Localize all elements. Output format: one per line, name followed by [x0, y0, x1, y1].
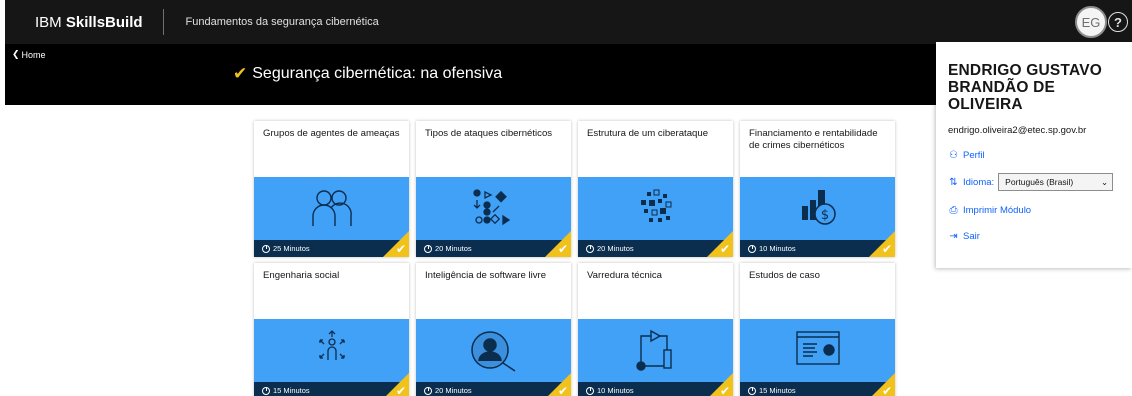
clock-icon	[262, 244, 270, 253]
module-card-social-engineering[interactable]: Engenharia social 15 Minutos ✔	[254, 263, 409, 396]
home-link[interactable]: ❮ Home	[12, 49, 46, 60]
check-icon: ✔	[395, 384, 406, 396]
module-title: Varredura técnica	[587, 270, 663, 281]
module-title: Estudos de caso	[749, 270, 820, 281]
logout-icon: ⇥	[949, 231, 958, 242]
clock-icon	[586, 386, 594, 395]
module-title: Financiamento e rentabilidade de crimes …	[749, 128, 878, 151]
svg-text:$: $	[820, 208, 828, 223]
translate-icon: ⇅	[949, 176, 958, 188]
check-icon: ✔	[719, 242, 730, 256]
user-avatar-button[interactable]: EG	[1075, 6, 1107, 38]
attack-shapes-icon	[472, 189, 510, 226]
duration-text: 15 Minutos	[759, 386, 796, 395]
person-search-icon	[470, 331, 515, 372]
language-select-value: Português (Brasil)	[1005, 177, 1074, 187]
people-icon	[311, 190, 352, 226]
profile-panel: ENDRIGO GUSTAVO BRANDÃO DE OLIVEIRA endr…	[936, 42, 1132, 268]
duration-text: 10 Minutos	[597, 386, 634, 395]
chevron-down-icon: ⌄	[1101, 176, 1109, 187]
module-card-crime-financing[interactable]: Financiamento e rentabilidade de crimes …	[740, 121, 895, 257]
language-select[interactable]: Português (Brasil) ⌄	[998, 173, 1114, 191]
module-card-attack-types[interactable]: Tipos de ataques cibernéticos 20 Minutos…	[416, 121, 571, 257]
module-title: Engenharia social	[263, 270, 340, 281]
document-window-icon	[795, 331, 840, 365]
chevron-left-icon: ❮	[12, 49, 20, 59]
profile-email: endrigo.oliveira2@etec.sp.gov.br	[948, 125, 1087, 136]
duration-text: 25 Minutos	[273, 244, 310, 253]
clock-icon	[748, 386, 756, 395]
check-icon: ✔	[881, 384, 892, 396]
module-title: Grupos de agentes de ameaças	[263, 128, 400, 139]
duration-text: 20 Minutos	[435, 386, 472, 395]
clock-icon	[748, 244, 756, 253]
module-card-case-studies[interactable]: Estudos de caso 15 Minutos ✔	[740, 263, 895, 396]
scattered-blocks-icon	[640, 189, 671, 222]
profile-link-label: Perfil	[963, 150, 985, 161]
profile-name: ENDRIGO GUSTAVO BRANDÃO DE OLIVEIRA	[948, 62, 1102, 113]
money-chart-icon: $	[801, 190, 836, 225]
check-icon: ✔	[881, 242, 892, 256]
check-icon: ✔	[557, 242, 568, 256]
logout-link[interactable]: ⇥ Sair	[948, 231, 1132, 242]
module-card-threat-actors[interactable]: Grupos de agentes de ameaças 25 Minutos …	[254, 121, 409, 257]
page: IBM SkillsBuild Fundamentos da segurança…	[0, 0, 1132, 396]
home-link-label: Home	[21, 49, 46, 60]
course-heading: ✔ Segurança cibernética: na ofensiva	[233, 64, 502, 84]
module-card-open-source-intel[interactable]: Inteligência de software livre 20 Minuto…	[416, 263, 571, 396]
duration-text: 15 Minutos	[273, 386, 310, 395]
printer-icon: ⎙	[949, 205, 958, 216]
header-divider	[162, 9, 164, 35]
check-icon: ✔	[395, 242, 406, 256]
language-label: Idioma:	[963, 176, 995, 188]
duration-text: 20 Minutos	[435, 244, 472, 253]
brand-name: SkillsBuild	[65, 13, 143, 31]
module-card-attack-structure[interactable]: Estrutura de um ciberataque 20 Minutos ✔	[578, 121, 733, 257]
check-icon: ✔	[719, 384, 730, 396]
checkmark-icon: ✔	[233, 64, 248, 83]
duration-text: 10 Minutos	[759, 244, 796, 253]
brand-prefix: IBM	[35, 13, 66, 31]
user-icon: ⚇	[949, 150, 958, 161]
module-title: Estrutura de um ciberataque	[587, 128, 709, 139]
language-row: ⇅ Idioma: Português (Brasil) ⌄	[948, 173, 1132, 191]
logout-label: Sair	[963, 231, 980, 242]
duration-text: 20 Minutos	[597, 244, 634, 253]
flow-scan-icon	[635, 329, 672, 371]
clock-icon	[424, 244, 432, 253]
clock-icon	[424, 386, 432, 395]
course-title: Fundamentos da segurança cibernética	[185, 16, 379, 28]
brand-logo[interactable]: IBM SkillsBuild	[5, 14, 143, 31]
course-heading-text: Segurança cibernética: na ofensiva	[252, 65, 503, 82]
check-icon: ✔	[557, 384, 568, 396]
module-title: Inteligência de software livre	[425, 270, 547, 281]
profile-link[interactable]: ⚇ Perfil	[948, 150, 1132, 161]
person-arrows-icon	[318, 330, 345, 360]
print-module-label: Imprimir Módulo	[963, 205, 1032, 216]
module-grid: Grupos de agentes de ameaças 25 Minutos …	[254, 121, 895, 396]
module-title: Tipos de ataques cibernéticos	[425, 128, 553, 139]
clock-icon	[586, 244, 594, 253]
top-bar: IBM SkillsBuild Fundamentos da segurança…	[5, 0, 1132, 44]
module-card-technical-scan[interactable]: Varredura técnica 10 Minutos ✔	[578, 263, 733, 396]
help-icon[interactable]: ?	[1108, 12, 1128, 32]
print-module-link[interactable]: ⎙ Imprimir Módulo	[948, 205, 1132, 216]
clock-icon	[262, 386, 270, 395]
